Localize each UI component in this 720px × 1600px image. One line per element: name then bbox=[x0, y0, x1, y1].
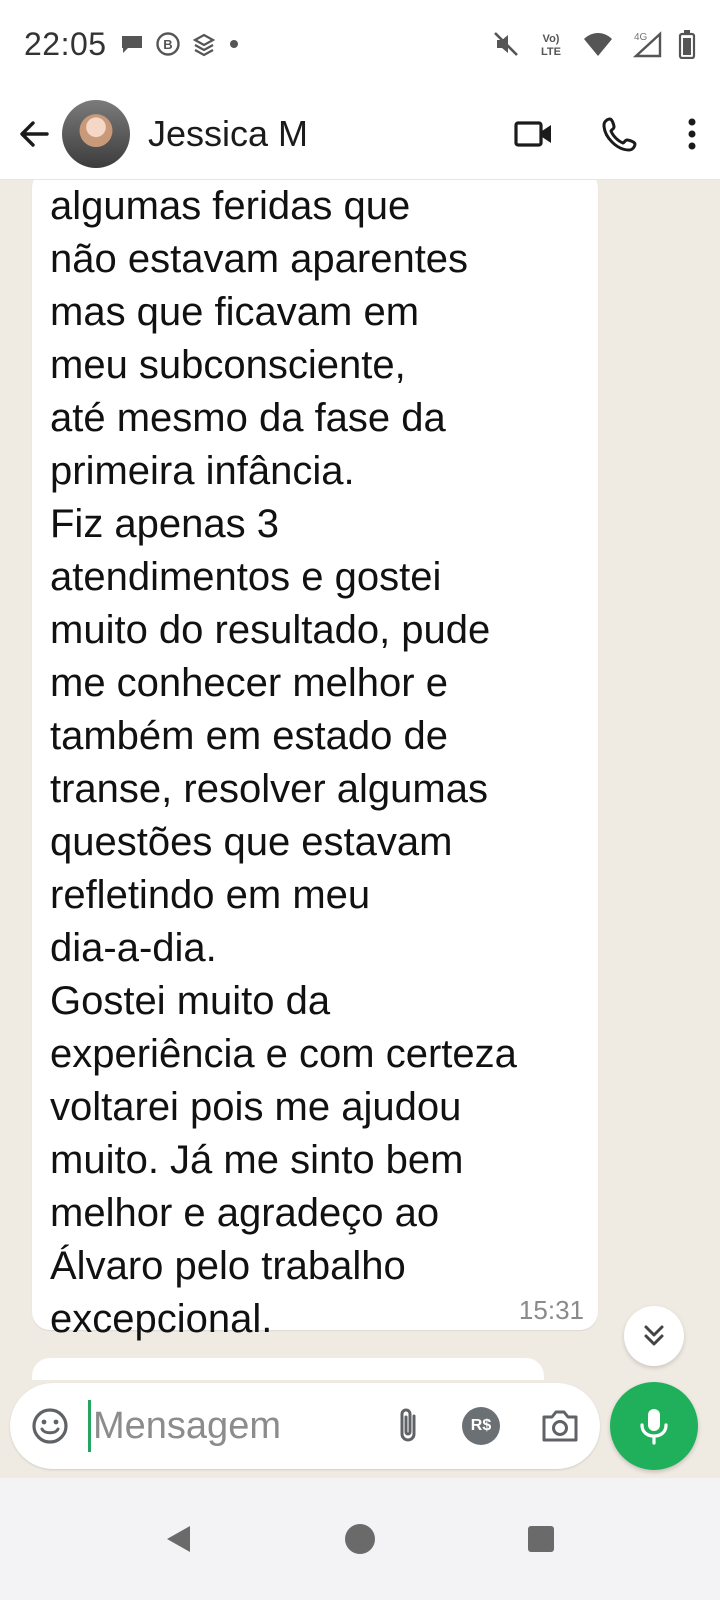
contact-avatar[interactable] bbox=[62, 99, 130, 168]
input-actions: R$ bbox=[394, 1406, 580, 1446]
message-timestamp: 15:31 bbox=[518, 1295, 584, 1325]
chat-area[interactable]: algumas feridas que não estavam aparente… bbox=[0, 180, 720, 1380]
volte-text-top: Vo) bbox=[543, 33, 560, 45]
mute-icon bbox=[494, 32, 518, 56]
attach-icon[interactable] bbox=[394, 1406, 422, 1446]
notification-icons: B bbox=[119, 31, 241, 57]
message-text: algumas feridas que não estavam aparente… bbox=[50, 184, 517, 1341]
header-actions bbox=[514, 116, 698, 152]
message-input[interactable] bbox=[93, 1404, 343, 1448]
double-chevron-down-icon bbox=[644, 1325, 664, 1346]
status-left: 22:05 B bbox=[24, 26, 241, 63]
volte-icon: Vo)LTE bbox=[541, 33, 561, 58]
camera-icon[interactable] bbox=[540, 1408, 580, 1444]
payment-icon[interactable]: R$ bbox=[462, 1407, 500, 1445]
video-call-icon[interactable] bbox=[514, 119, 554, 149]
nav-back-icon[interactable] bbox=[164, 1523, 194, 1555]
mic-button[interactable] bbox=[610, 1382, 698, 1470]
wifi-icon bbox=[584, 33, 612, 56]
status-bar: 22:05 B Vo) LTE 4G bbox=[0, 0, 720, 88]
payment-label: R$ bbox=[470, 1417, 492, 1434]
back-arrow-icon bbox=[20, 120, 49, 147]
stack-icon bbox=[192, 33, 215, 57]
mic-icon bbox=[640, 1409, 668, 1445]
input-bar: R$ bbox=[10, 1383, 600, 1469]
back-button[interactable] bbox=[16, 116, 52, 152]
nav-recents-icon[interactable] bbox=[526, 1524, 556, 1554]
scroll-to-bottom-button[interactable] bbox=[624, 1306, 684, 1366]
chat-bubble-icon bbox=[121, 36, 142, 53]
text-cursor bbox=[88, 1400, 91, 1452]
chat-header: Jessica M bbox=[0, 88, 720, 180]
nav-home-icon[interactable] bbox=[344, 1523, 376, 1555]
phone-icon[interactable] bbox=[602, 116, 638, 152]
more-options-icon[interactable] bbox=[686, 116, 698, 152]
system-nav-bar bbox=[0, 1478, 720, 1600]
dot-icon bbox=[229, 40, 238, 48]
contact-name[interactable]: Jessica M bbox=[148, 113, 514, 155]
volte-text-bottom: LTE bbox=[541, 46, 561, 58]
status-right: Vo) LTE 4G bbox=[492, 29, 696, 59]
net-type-label: 4G bbox=[634, 32, 648, 43]
svg-text:B: B bbox=[163, 37, 172, 52]
b-circle-icon: B bbox=[155, 32, 180, 56]
signal-icon: 4G bbox=[632, 31, 662, 58]
emoji-icon[interactable] bbox=[30, 1406, 70, 1446]
battery-icon bbox=[678, 30, 696, 59]
message-composer: R$ bbox=[0, 1380, 720, 1478]
message-bubble[interactable]: algumas feridas que não estavam aparente… bbox=[32, 180, 598, 1341]
status-time: 22:05 bbox=[24, 25, 107, 62]
next-message-bubble[interactable] bbox=[32, 1358, 544, 1380]
